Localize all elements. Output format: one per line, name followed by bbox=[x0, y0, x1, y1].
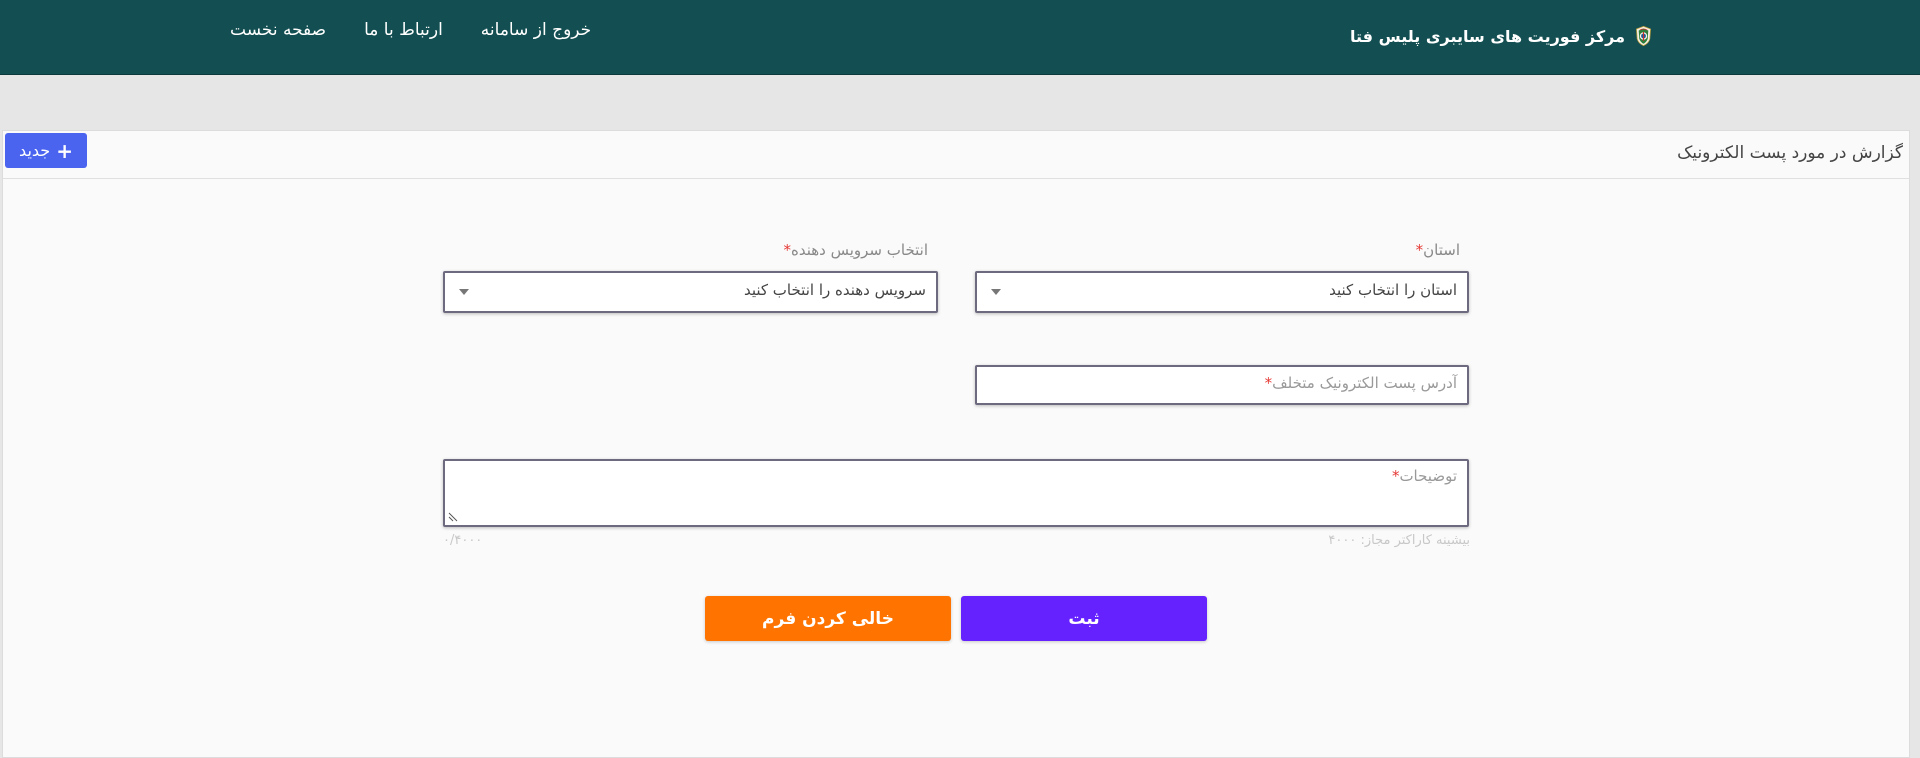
service-provider-select[interactable]: سرویس دهنده را انتخاب کنید bbox=[443, 271, 938, 313]
nav-logout[interactable]: خروج از سامانه bbox=[481, 14, 591, 46]
new-report-button[interactable]: + جدید bbox=[5, 133, 87, 168]
province-label-text: استان bbox=[1423, 241, 1460, 259]
offender-email-input[interactable]: آدرس پست الکترونیک متخلف* bbox=[975, 365, 1469, 405]
description-placeholder-text: توضیحات bbox=[1399, 467, 1457, 485]
main-nav: صفحه نخست ارتباط با ما خروج از سامانه bbox=[230, 14, 650, 46]
service-provider-label-text: انتخاب سرویس دهنده bbox=[790, 241, 928, 259]
panel-title: گزارش در مورد پست الکترونیک bbox=[1677, 143, 1903, 163]
max-characters-hint: بیشینه کاراکتر مجاز: ۴۰۰۰ bbox=[1328, 533, 1470, 548]
chevron-down-icon bbox=[991, 289, 1001, 295]
province-select[interactable]: استان را انتخاب کنید bbox=[975, 271, 1469, 313]
description-placeholder: توضیحات* bbox=[1392, 467, 1457, 485]
email-placeholder: آدرس پست الکترونیک متخلف* bbox=[1265, 374, 1457, 392]
site-brand[interactable]: مرکز فوریت های سایبری پلیس فتا bbox=[1350, 6, 1652, 66]
province-selected-value: استان را انتخاب کنید bbox=[1329, 281, 1457, 299]
resize-handle-icon[interactable] bbox=[447, 511, 459, 523]
report-panel: گزارش در مورد پست الکترونیک + جدید bbox=[2, 130, 1910, 758]
province-label: استان* bbox=[1416, 241, 1460, 259]
service-provider-label: انتخاب سرویس دهنده* bbox=[783, 241, 928, 259]
panel-header: گزارش در مورد پست الکترونیک + جدید bbox=[3, 131, 1909, 179]
description-textarea[interactable]: توضیحات* bbox=[443, 459, 1469, 527]
reset-form-button[interactable]: خالی کردن فرم bbox=[705, 596, 951, 641]
email-placeholder-text: آدرس پست الکترونیک متخلف bbox=[1272, 374, 1457, 392]
top-navigation-bar: مرکز فوریت های سایبری پلیس فتا صفحه نخست… bbox=[0, 0, 1920, 75]
new-button-label: جدید bbox=[19, 141, 51, 160]
plus-icon: + bbox=[56, 138, 73, 163]
chevron-down-icon bbox=[459, 289, 469, 295]
required-mark: * bbox=[783, 241, 791, 259]
submit-button[interactable]: ثبت bbox=[961, 596, 1207, 641]
nav-home[interactable]: صفحه نخست bbox=[230, 14, 326, 46]
nav-contact[interactable]: ارتباط با ما bbox=[364, 14, 443, 46]
service-provider-selected-value: سرویس دهنده را انتخاب کنید bbox=[743, 281, 926, 299]
site-title: مرکز فوریت های سایبری پلیس فتا bbox=[1350, 26, 1625, 46]
required-mark: * bbox=[1264, 374, 1273, 392]
character-counter: ۰/۴۰۰۰ bbox=[443, 533, 483, 548]
police-fata-emblem-icon bbox=[1636, 25, 1651, 47]
